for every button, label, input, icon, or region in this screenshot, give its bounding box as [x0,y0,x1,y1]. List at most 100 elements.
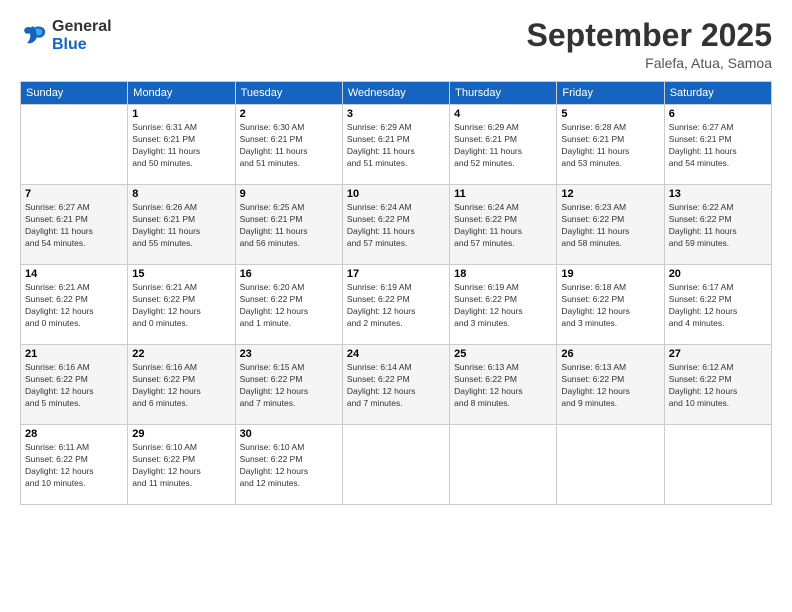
calendar-cell: 9 Sunrise: 6:25 AM Sunset: 6:21 PM Daylig… [235,185,342,265]
day-number: 6 [669,108,767,120]
logo-bird-icon [20,22,48,50]
week-row-1: 1 Sunrise: 6:31 AM Sunset: 6:21 PM Daylig… [21,105,772,185]
calendar-cell: 12 Sunrise: 6:23 AM Sunset: 6:22 PM Dayli… [557,185,664,265]
day-number: 19 [561,268,659,280]
day-number: 9 [240,188,338,200]
calendar-cell: 5 Sunrise: 6:28 AM Sunset: 6:21 PM Daylig… [557,105,664,185]
day-number: 4 [454,108,552,120]
day-number: 13 [669,188,767,200]
day-number: 21 [25,348,123,360]
col-thursday: Thursday [450,82,557,105]
day-info: Sunrise: 6:30 AM Sunset: 6:21 PM Dayligh… [240,122,338,170]
day-info: Sunrise: 6:29 AM Sunset: 6:21 PM Dayligh… [454,122,552,170]
col-monday: Monday [128,82,235,105]
calendar-cell: 18Sunrise: 6:19 AM Sunset: 6:22 PM Dayli… [450,265,557,345]
day-number: 2 [240,108,338,120]
week-row-4: 21 Sunrise: 6:16 AM Sunset: 6:22 PM Dayli… [21,345,772,425]
calendar-cell: 6 Sunrise: 6:27 AM Sunset: 6:21 PM Daylig… [664,105,771,185]
day-info: Sunrise: 6:31 AM Sunset: 6:21 PM Dayligh… [132,122,230,170]
day-info: Sunrise: 6:16 AM Sunset: 6:22 PM Dayligh… [25,362,123,410]
calendar-cell: 27 Sunrise: 6:12 AM Sunset: 6:22 PM Dayli… [664,345,771,425]
day-number: 12 [561,188,659,200]
calendar-cell: 17 Sunrise: 6:19 AM Sunset: 6:22 PM Dayli… [342,265,449,345]
calendar-cell: 29Sunrise: 6:10 AM Sunset: 6:22 PM Dayli… [128,425,235,505]
day-number: 25 [454,348,552,360]
day-number: 26 [561,348,659,360]
logo-general: General [52,18,112,36]
day-info: Sunrise: 6:23 AM Sunset: 6:22 PM Dayligh… [561,202,659,250]
day-info: Sunrise: 6:10 AM Sunset: 6:22 PM Dayligh… [132,442,230,490]
calendar-cell [342,425,449,505]
calendar-cell [557,425,664,505]
day-info: Sunrise: 6:19 AM Sunset: 6:22 PM Dayligh… [454,282,552,330]
day-number: 10 [347,188,445,200]
calendar-cell: 19 Sunrise: 6:18 AM Sunset: 6:22 PM Dayli… [557,265,664,345]
day-info: Sunrise: 6:25 AM Sunset: 6:21 PM Dayligh… [240,202,338,250]
logo-blue: Blue [52,36,112,54]
day-info: Sunrise: 6:10 AM Sunset: 6:22 PM Dayligh… [240,442,338,490]
calendar-cell [21,105,128,185]
month-title: September 2025 [527,18,772,53]
calendar-cell: 2 Sunrise: 6:30 AM Sunset: 6:21 PM Daylig… [235,105,342,185]
day-info: Sunrise: 6:28 AM Sunset: 6:21 PM Dayligh… [561,122,659,170]
day-number: 17 [347,268,445,280]
day-number: 23 [240,348,338,360]
calendar-cell: 15Sunrise: 6:21 AM Sunset: 6:22 PM Dayli… [128,265,235,345]
day-number: 27 [669,348,767,360]
calendar-table: Sunday Monday Tuesday Wednesday Thursday… [20,81,772,505]
day-number: 20 [669,268,767,280]
calendar-cell: 22 Sunrise: 6:16 AM Sunset: 6:22 PM Dayli… [128,345,235,425]
header-row: Sunday Monday Tuesday Wednesday Thursday… [21,82,772,105]
col-wednesday: Wednesday [342,82,449,105]
calendar-cell: 21 Sunrise: 6:16 AM Sunset: 6:22 PM Dayli… [21,345,128,425]
calendar-cell: 10 Sunrise: 6:24 AM Sunset: 6:22 PM Dayli… [342,185,449,265]
day-number: 1 [132,108,230,120]
day-info: Sunrise: 6:13 AM Sunset: 6:22 PM Dayligh… [561,362,659,410]
week-row-3: 14Sunrise: 6:21 AM Sunset: 6:22 PM Dayli… [21,265,772,345]
day-info: Sunrise: 6:17 AM Sunset: 6:22 PM Dayligh… [669,282,767,330]
day-info: Sunrise: 6:27 AM Sunset: 6:21 PM Dayligh… [669,122,767,170]
col-sunday: Sunday [21,82,128,105]
calendar-cell [450,425,557,505]
day-info: Sunrise: 6:20 AM Sunset: 6:22 PM Dayligh… [240,282,338,330]
day-info: Sunrise: 6:21 AM Sunset: 6:22 PM Dayligh… [132,282,230,330]
day-info: Sunrise: 6:19 AM Sunset: 6:22 PM Dayligh… [347,282,445,330]
day-number: 22 [132,348,230,360]
calendar-cell: 4 Sunrise: 6:29 AM Sunset: 6:21 PM Daylig… [450,105,557,185]
calendar-cell: 28 Sunrise: 6:11 AM Sunset: 6:22 PM Dayli… [21,425,128,505]
day-info: Sunrise: 6:13 AM Sunset: 6:22 PM Dayligh… [454,362,552,410]
calendar-cell: 25 Sunrise: 6:13 AM Sunset: 6:22 PM Dayli… [450,345,557,425]
day-info: Sunrise: 6:18 AM Sunset: 6:22 PM Dayligh… [561,282,659,330]
day-info: Sunrise: 6:12 AM Sunset: 6:22 PM Dayligh… [669,362,767,410]
day-info: Sunrise: 6:24 AM Sunset: 6:22 PM Dayligh… [454,202,552,250]
day-number: 11 [454,188,552,200]
col-tuesday: Tuesday [235,82,342,105]
day-number: 5 [561,108,659,120]
title-block: September 2025 Falefa, Atua, Samoa [527,18,772,71]
col-friday: Friday [557,82,664,105]
col-saturday: Saturday [664,82,771,105]
day-number: 28 [25,428,123,440]
calendar-cell: 23 Sunrise: 6:15 AM Sunset: 6:22 PM Dayli… [235,345,342,425]
day-info: Sunrise: 6:11 AM Sunset: 6:22 PM Dayligh… [25,442,123,490]
day-info: Sunrise: 6:29 AM Sunset: 6:21 PM Dayligh… [347,122,445,170]
day-number: 16 [240,268,338,280]
day-info: Sunrise: 6:14 AM Sunset: 6:22 PM Dayligh… [347,362,445,410]
calendar-cell: 20 Sunrise: 6:17 AM Sunset: 6:22 PM Dayli… [664,265,771,345]
day-info: Sunrise: 6:27 AM Sunset: 6:21 PM Dayligh… [25,202,123,250]
calendar-cell: 24 Sunrise: 6:14 AM Sunset: 6:22 PM Dayli… [342,345,449,425]
day-info: Sunrise: 6:16 AM Sunset: 6:22 PM Dayligh… [132,362,230,410]
day-info: Sunrise: 6:15 AM Sunset: 6:22 PM Dayligh… [240,362,338,410]
calendar-cell: 11 Sunrise: 6:24 AM Sunset: 6:22 PM Dayli… [450,185,557,265]
logo-text: General Blue [52,18,112,53]
day-info: Sunrise: 6:26 AM Sunset: 6:21 PM Dayligh… [132,202,230,250]
day-number: 3 [347,108,445,120]
day-number: 24 [347,348,445,360]
calendar-cell: 3 Sunrise: 6:29 AM Sunset: 6:21 PM Daylig… [342,105,449,185]
calendar-cell [664,425,771,505]
calendar-cell: 8Sunrise: 6:26 AM Sunset: 6:21 PM Daylig… [128,185,235,265]
day-info: Sunrise: 6:24 AM Sunset: 6:22 PM Dayligh… [347,202,445,250]
location-title: Falefa, Atua, Samoa [527,55,772,71]
calendar-cell: 1 Sunrise: 6:31 AM Sunset: 6:21 PM Daylig… [128,105,235,185]
day-number: 30 [240,428,338,440]
